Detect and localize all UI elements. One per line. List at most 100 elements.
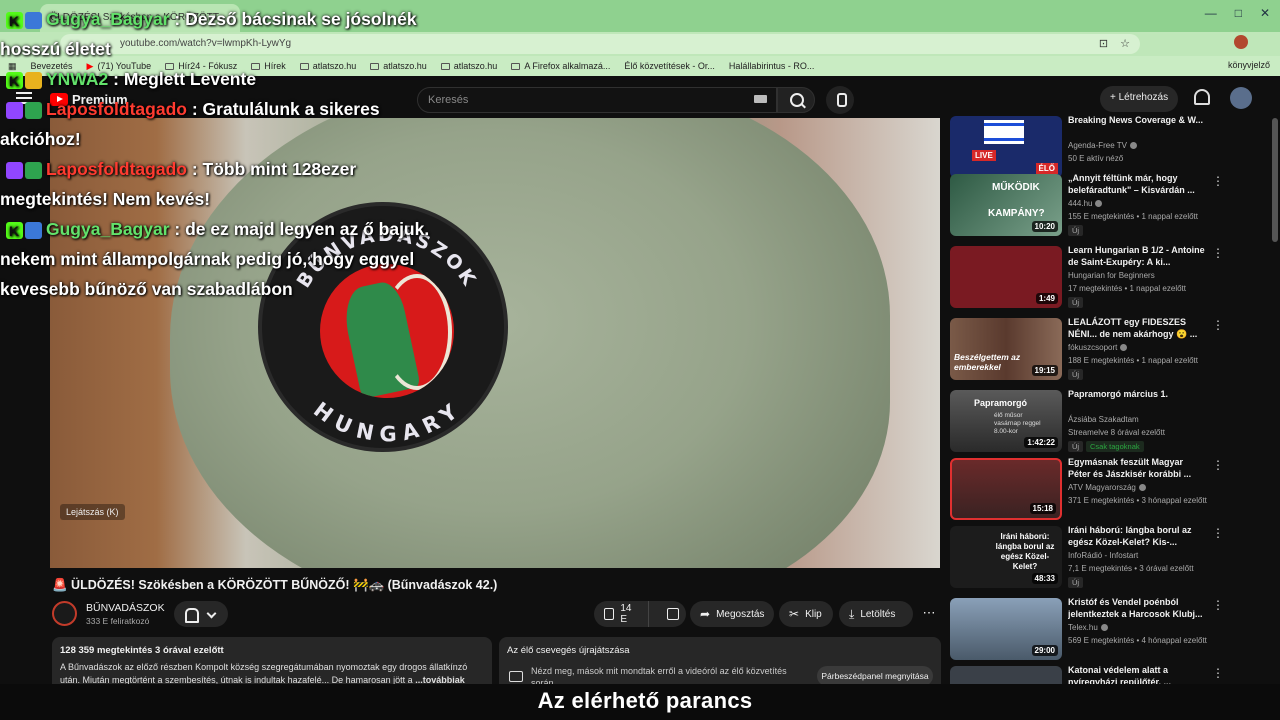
verified-icon <box>1120 344 1128 352</box>
rec-thumbnail[interactable]: Iráni háború: lángba borul az egész Köze… <box>950 526 1062 588</box>
recommendation-item[interactable]: Iráni háború: lángba borul az egész Köze… <box>950 522 1270 588</box>
chat-message: YNWA2 : Meglett Levente <box>0 64 460 96</box>
twitch-icon <box>6 161 23 179</box>
rec-channel: Agenda-Free TV <box>1068 141 1137 150</box>
subscriber-count: 333 E feliratkozó <box>86 616 150 626</box>
israel-flag-icon <box>984 120 1024 144</box>
rec-meta: 7,1 E megtekintés • 3 órával ezelőtt <box>1068 564 1194 573</box>
chat-nick: Gugya_Bagyar <box>46 9 170 29</box>
folder-icon <box>511 62 521 70</box>
rec-duration: 1:49 <box>1035 293 1058 304</box>
chat-platform-icons <box>6 66 42 96</box>
bookmark-item[interactable]: Élő közvetítések - Or... <box>624 61 715 71</box>
account-avatar[interactable] <box>1230 87 1252 109</box>
rec-thumbnail[interactable]: 15:18 <box>950 458 1062 520</box>
chat-replay-title: Az élő csevegés újrajátszása <box>507 645 630 656</box>
kick-icon <box>6 66 23 96</box>
rec-meta: 569 E megtekintés • 4 hónappal ezelőtt <box>1068 636 1207 645</box>
search-input[interactable]: Keresés <box>417 87 777 113</box>
verified-icon <box>1100 624 1108 632</box>
create-button[interactable]: + Létrehozás <box>1100 86 1179 112</box>
more-actions-icon[interactable]: ⋯ <box>918 601 940 627</box>
rec-thumbnail[interactable]: MŰKÖDIK KAMPÁNY? 10:20 <box>950 174 1062 236</box>
recommendation-item[interactable]: LIVE ÉLŐ Breaking News Coverage & W... A… <box>950 112 1270 178</box>
sidebar-scrollbar[interactable] <box>1272 118 1278 242</box>
notifications-bell-icon[interactable] <box>1194 89 1210 105</box>
open-chat-button[interactable]: Párbeszédpanel megnyitása <box>817 666 933 686</box>
thumbs-down-icon <box>666 608 679 620</box>
new-badge: Új <box>1068 577 1084 588</box>
chat-message: Gugya_Bagyar : Dezső bácsinak se jósolné… <box>0 4 460 64</box>
share-arrow-icon: ➦ <box>700 607 711 621</box>
rec-channel: Hungarian for Beginners <box>1068 271 1155 280</box>
rec-channel: InfoRádió - Infostart <box>1068 551 1139 560</box>
star-bookmark-icon[interactable]: ☆ <box>1120 37 1130 50</box>
user-badge-icon <box>25 221 42 239</box>
thumbs-up-icon <box>604 608 615 620</box>
rec-title: LEALÁZOTT egy FIDESZES NÉNI... de nem ak… <box>1068 317 1198 339</box>
channel-name[interactable]: BŰNVADÁSZOK <box>86 602 165 614</box>
rec-thumbnail[interactable]: Beszélgettem az emberekkel 19:15 <box>950 318 1062 380</box>
live-label: LIVE <box>972 150 996 161</box>
rec-channel: ATV Magyarország <box>1068 483 1146 492</box>
keyboard-icon[interactable] <box>754 95 767 103</box>
like-dislike-group: 14 E <box>594 601 686 627</box>
rec-meta: Streamelve 8 órával ezelőtt <box>1068 428 1165 437</box>
rec-thumbnail[interactable]: Papramorgó élő műsor vasárnap reggel 8.0… <box>950 390 1062 452</box>
bookmark-folder[interactable]: A Firefox alkalmazá... <box>511 61 610 71</box>
close-icon[interactable]: ✕ <box>1260 6 1270 20</box>
recommendation-item[interactable]: 15:18 Egymásnak feszült Magyar Péter és … <box>950 454 1270 520</box>
browser-profile-avatar[interactable] <box>1234 35 1248 49</box>
channel-avatar[interactable] <box>52 601 77 626</box>
more-options-icon[interactable]: ⋮ <box>1212 246 1224 260</box>
microphone-icon[interactable] <box>826 86 854 114</box>
dislike-button[interactable] <box>655 601 686 627</box>
subscription-bell-button[interactable] <box>174 601 228 627</box>
rec-duration: 19:15 <box>1031 365 1058 376</box>
verified-icon <box>1095 200 1103 208</box>
chat-nick: Laposfoldtagado <box>46 159 187 179</box>
search-button[interactable] <box>777 87 815 113</box>
scissors-icon: ✂ <box>789 607 800 621</box>
more-options-icon[interactable]: ⋮ <box>1212 598 1224 612</box>
user-badge-icon <box>25 71 42 89</box>
rec-thumbnail[interactable]: 1:49 <box>950 246 1062 308</box>
player-watermark: Lejátszás (K) <box>60 504 125 520</box>
like-button[interactable]: 14 E <box>594 601 649 627</box>
rec-thumbnail[interactable]: 29:00 <box>950 598 1062 660</box>
minimize-icon[interactable]: — <box>1205 6 1217 20</box>
chat-nick: Gugya_Bagyar <box>46 219 170 239</box>
rec-thumbnail[interactable]: LIVE ÉLŐ <box>950 116 1062 178</box>
share-button[interactable]: ➦ Megosztás <box>690 601 774 627</box>
rec-channel: Telex.hu <box>1068 623 1108 632</box>
recommendation-item[interactable]: Beszélgettem az emberekkel 19:15 LEALÁZO… <box>950 314 1270 380</box>
user-badge-icon <box>25 101 42 119</box>
bookmark-item[interactable]: Halállabirintus - RO... <box>729 61 815 71</box>
more-options-icon[interactable]: ⋮ <box>1212 526 1224 540</box>
chat-platform-icons <box>6 161 42 179</box>
chat-platform-icons <box>6 216 42 246</box>
more-options-icon[interactable]: ⋮ <box>1212 174 1224 188</box>
omnibar-icons: ⊡ ☆ <box>1099 37 1130 50</box>
window-controls: — □ ✕ <box>1205 6 1270 20</box>
chat-message: Laposfoldtagado : Gratulálunk a sikeres … <box>0 99 380 149</box>
verified-icon <box>1130 142 1137 150</box>
install-app-icon[interactable]: ⊡ <box>1099 37 1108 50</box>
rec-duration: 29:00 <box>1031 645 1058 656</box>
recommendation-item[interactable]: Papramorgó élő műsor vasárnap reggel 8.0… <box>950 386 1270 452</box>
recommendation-item[interactable]: 29:00 Kristóf és Vendel poénból jelentke… <box>950 594 1270 660</box>
more-options-icon[interactable]: ⋮ <box>1212 666 1224 680</box>
recommendation-item[interactable]: MŰKÖDIK KAMPÁNY? 10:20 „Annyit féltünk m… <box>950 170 1270 236</box>
video-title: 🚨 ÜLDÖZÉS! Szökésben a KÖRÖZÖTT BŰNÖZŐ! … <box>52 578 498 592</box>
thumb-text: Beszélgettem az emberekkel <box>954 352 1021 372</box>
maximize-icon[interactable]: □ <box>1235 6 1242 20</box>
download-button[interactable]: ⤓ Letöltés <box>839 601 913 627</box>
other-bookmarks[interactable]: könyvjelző <box>1228 60 1270 70</box>
more-options-icon[interactable]: ⋮ <box>1212 458 1224 472</box>
new-badge: Új <box>1068 297 1084 308</box>
rec-duration: 48:33 <box>1031 573 1058 584</box>
more-options-icon[interactable]: ⋮ <box>1212 318 1224 332</box>
clip-button[interactable]: ✂ Klip <box>779 601 833 627</box>
rec-title: Learn Hungarian B 1/2 - Antoine de Saint… <box>1068 245 1205 267</box>
recommendation-item[interactable]: 1:49 Learn Hungarian B 1/2 - Antoine de … <box>950 242 1270 308</box>
